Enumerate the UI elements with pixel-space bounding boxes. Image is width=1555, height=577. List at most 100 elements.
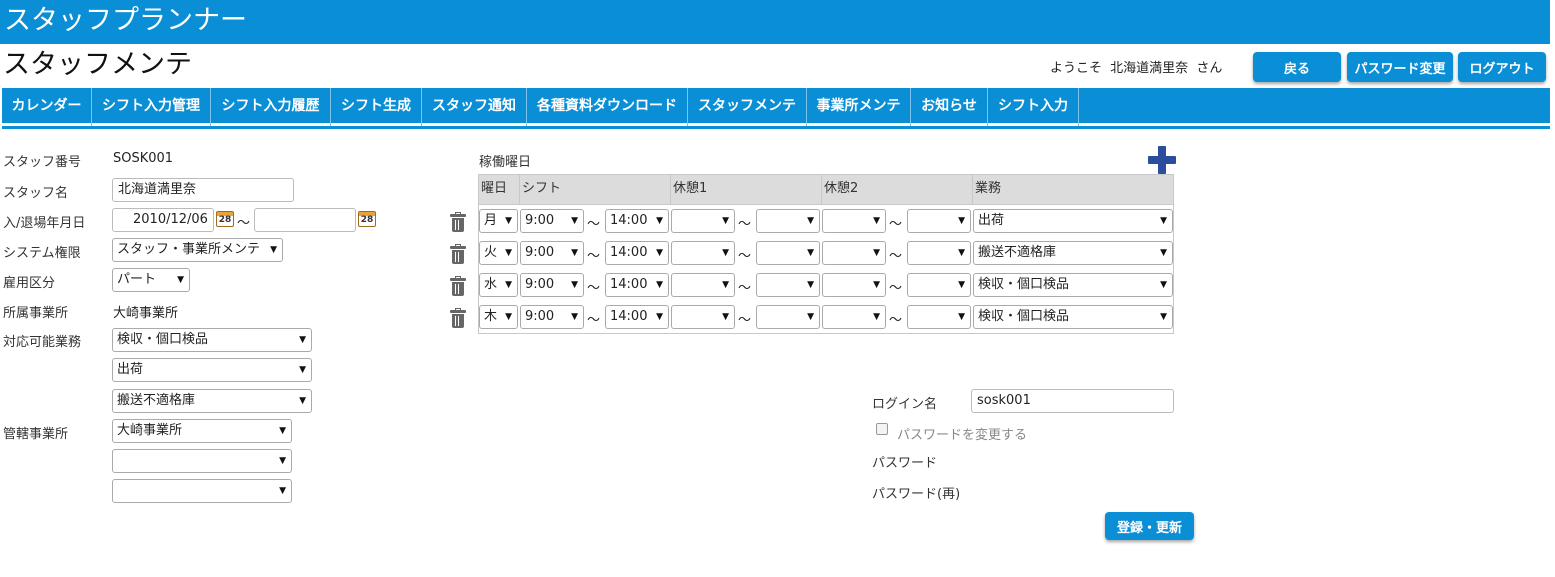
password-change-button[interactable]: パスワード変更 [1347, 52, 1453, 82]
logout-button[interactable]: ログアウト [1458, 52, 1546, 82]
day-select[interactable]: 月 ▼ [479, 209, 518, 233]
row-task-select[interactable]: 検収・個口検品 ▼ [973, 305, 1173, 329]
break2-start-select[interactable]: ▼ [822, 209, 886, 233]
chevron-down-icon: ▼ [807, 248, 814, 258]
chevron-down-icon: ▼ [270, 245, 277, 255]
row-task-select[interactable]: 搬送不適格庫 ▼ [973, 241, 1173, 265]
day-select[interactable]: 火 ▼ [479, 241, 518, 265]
shift-end-select[interactable]: 14:00 ▼ [605, 305, 669, 329]
chevron-down-icon: ▼ [958, 280, 965, 290]
employment-select[interactable]: パート ▼ [112, 268, 190, 292]
row-task-select[interactable]: 出荷 ▼ [973, 209, 1173, 233]
break1-end-select[interactable]: ▼ [756, 209, 820, 233]
time-separator: ～ [587, 249, 601, 264]
break2-start-select[interactable]: ▼ [822, 305, 886, 329]
break2-end-select[interactable]: ▼ [907, 209, 971, 233]
nav-item-shift-generation[interactable]: シフト生成 [331, 88, 422, 126]
chevron-down-icon: ▼ [722, 280, 729, 290]
break1-start-select[interactable]: ▼ [671, 305, 735, 329]
break1-start-select[interactable]: ▼ [671, 209, 735, 233]
chevron-down-icon: ▼ [807, 216, 814, 226]
trash-icon[interactable] [450, 308, 466, 328]
shift-start-select[interactable]: 9:00 ▼ [520, 209, 584, 233]
nav-item-shift-input[interactable]: シフト入力 [988, 88, 1079, 126]
nav-item-calendar[interactable]: カレンダー [2, 88, 92, 126]
back-button[interactable]: 戻る [1253, 52, 1341, 82]
task-select-3[interactable]: 搬送不適格庫 ▼ [112, 389, 312, 413]
break2-end-select[interactable]: ▼ [907, 305, 971, 329]
nav-item-document-download[interactable]: 各種資料ダウンロード [527, 88, 688, 126]
nav-item-shift-input-history[interactable]: シフト入力履歴 [211, 88, 331, 126]
change-password-checkbox[interactable] [876, 423, 888, 435]
login-name-label: ログイン名 [872, 397, 938, 412]
login-name-input[interactable]: sosk001 [971, 389, 1174, 413]
staff-no-label: スタッフ番号 [3, 155, 82, 170]
managed-office-select-3[interactable]: ▼ [112, 479, 292, 503]
task-select-2[interactable]: 出荷 ▼ [112, 358, 312, 382]
shift-start-select[interactable]: 9:00 ▼ [520, 305, 584, 329]
break1-end-select[interactable]: ▼ [756, 305, 820, 329]
chevron-down-icon: ▼ [279, 486, 286, 496]
shift-end-select[interactable]: 14:00 ▼ [605, 273, 669, 297]
shift-start-select[interactable]: 9:00 ▼ [520, 241, 584, 265]
shift-start-value: 9:00 [525, 277, 555, 292]
nav-item-shift-input-management[interactable]: シフト入力管理 [92, 88, 211, 126]
calendar-icon[interactable]: 28 [216, 211, 234, 227]
time-separator: ～ [738, 281, 752, 296]
nav-item-office-maintenance[interactable]: 事業所メンテ [807, 88, 911, 126]
time-separator: ～ [889, 217, 903, 232]
office-label: 所属事業所 [3, 306, 69, 321]
chevron-down-icon: ▼ [873, 216, 880, 226]
break1-end-select[interactable]: ▼ [756, 241, 820, 265]
header-break2: 休憩2 [822, 175, 973, 205]
nav-item-staff-maintenance[interactable]: スタッフメンテ [688, 88, 807, 126]
break2-start-select[interactable]: ▼ [822, 241, 886, 265]
shift-end-select[interactable]: 14:00 ▼ [605, 209, 669, 233]
managed-office-select-2[interactable]: ▼ [112, 449, 292, 473]
managed-office-value: 大崎事業所 [117, 423, 183, 438]
chevron-down-icon: ▼ [571, 280, 578, 290]
chevron-down-icon: ▼ [1160, 280, 1167, 290]
password-confirm-label: パスワード(再) [872, 487, 961, 502]
end-date-input[interactable] [254, 208, 356, 232]
break2-start-select[interactable]: ▼ [822, 273, 886, 297]
nav-item-staff-notification[interactable]: スタッフ通知 [422, 88, 527, 126]
chevron-down-icon: ▼ [505, 216, 512, 226]
shift-start-value: 9:00 [525, 309, 555, 324]
trash-icon[interactable] [450, 244, 466, 264]
row-task-value: 検収・個口検品 [978, 309, 1070, 324]
header-day: 曜日 [479, 175, 520, 205]
nav-item-notices[interactable]: お知らせ [911, 88, 988, 126]
office-value: 大崎事業所 [113, 306, 179, 321]
staff-no-value: SOSK001 [113, 151, 174, 166]
trash-icon[interactable] [450, 212, 466, 232]
break2-end-select[interactable]: ▼ [907, 273, 971, 297]
chevron-down-icon: ▼ [279, 426, 286, 436]
app-title: スタッフプランナー [4, 5, 247, 36]
chevron-down-icon: ▼ [722, 216, 729, 226]
time-separator: ～ [889, 281, 903, 296]
app-header: スタッフプランナー [0, 0, 1550, 44]
break1-end-select[interactable]: ▼ [756, 273, 820, 297]
staff-name-input[interactable]: 北海道満里奈 [112, 178, 294, 202]
row-task-select[interactable]: 検収・個口検品 ▼ [973, 273, 1173, 297]
trash-icon[interactable] [450, 276, 466, 296]
system-role-select[interactable]: スタッフ・事業所メンテ ▼ [112, 238, 283, 262]
day-select[interactable]: 木 ▼ [479, 305, 518, 329]
break1-start-select[interactable]: ▼ [671, 241, 735, 265]
day-select[interactable]: 水 ▼ [479, 273, 518, 297]
chevron-down-icon: ▼ [505, 280, 512, 290]
break2-end-select[interactable]: ▼ [907, 241, 971, 265]
managed-office-select-1[interactable]: 大崎事業所 ▼ [112, 419, 292, 443]
register-update-button[interactable]: 登録・更新 [1105, 512, 1194, 540]
shift-end-select[interactable]: 14:00 ▼ [605, 241, 669, 265]
chevron-down-icon: ▼ [656, 248, 663, 258]
break1-start-select[interactable]: ▼ [671, 273, 735, 297]
task-select-1[interactable]: 検収・個口検品 ▼ [112, 328, 312, 352]
add-row-icon[interactable] [1148, 146, 1176, 174]
calendar-icon[interactable]: 28 [358, 211, 376, 227]
start-date-input[interactable]: 2010/12/06 [112, 208, 214, 232]
shift-start-select[interactable]: 9:00 ▼ [520, 273, 584, 297]
chevron-down-icon: ▼ [958, 248, 965, 258]
shift-start-value: 9:00 [525, 213, 555, 228]
